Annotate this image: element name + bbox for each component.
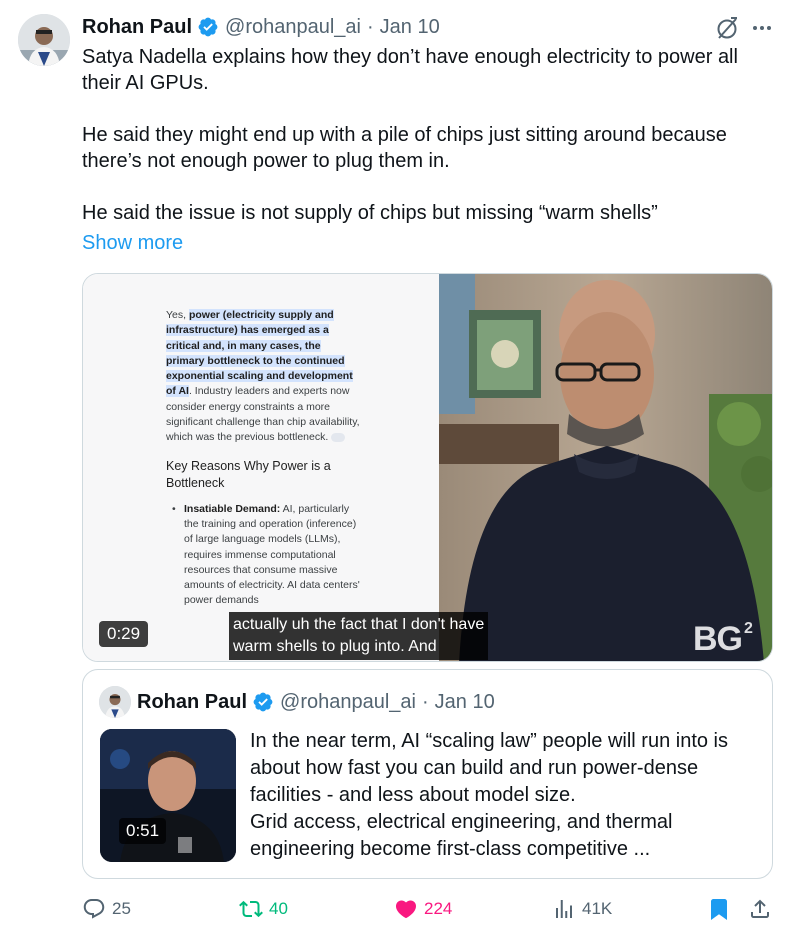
tweet-header: Rohan Paul @rohanpaul_ai · Jan 10 (82, 14, 440, 40)
video-document-pane: Yes, power (electricity supply and infra… (83, 274, 439, 661)
reply-button[interactable]: 25 (82, 892, 131, 926)
retweet-icon (239, 900, 263, 918)
quoted-author-name[interactable]: Rohan Paul (137, 691, 247, 714)
channel-watermark: BG 2 (693, 620, 753, 659)
views-button[interactable]: 41K (552, 892, 612, 926)
quoted-header-separator: · (421, 690, 429, 713)
share-button[interactable] (748, 892, 778, 926)
quoted-video-duration: 0:51 (119, 818, 167, 844)
watermark-superscript: 2 (744, 620, 753, 637)
views-count: 41K (582, 899, 613, 918)
link-chip-icon (331, 433, 346, 443)
video-duration: 0:29 (99, 621, 149, 647)
quoted-tweet-text: In the near term, AI “scaling law” peopl… (250, 728, 760, 863)
document-bullet: Insatiable Demand: AI, particularly the … (166, 502, 362, 609)
quoted-tweet-header: Rohan Paul @rohanpaul_ai · Jan 10 (137, 688, 495, 716)
views-icon (556, 900, 572, 918)
reply-icon (83, 899, 105, 919)
quoted-author-avatar[interactable] (99, 686, 131, 718)
bookmark-button[interactable] (707, 892, 737, 926)
quoted-text-2: Grid access, electrical engineering, and… (250, 811, 673, 860)
subtitle-line-1: actually uh the fact that I don't have (233, 616, 485, 633)
like-icon (395, 900, 417, 919)
reply-count: 25 (112, 899, 131, 918)
tweet-actions: 25 40 224 41K (82, 892, 774, 926)
show-more-link[interactable]: Show more (82, 230, 183, 256)
watermark-text: BG (693, 620, 743, 658)
retweet-button[interactable]: 40 (239, 892, 288, 926)
subtitle-line-2: warm shells to plug into. And (233, 638, 437, 655)
verified-badge-icon (253, 692, 273, 712)
document-bullet-title: Insatiable Demand: (184, 502, 281, 515)
like-button[interactable]: 224 (394, 892, 452, 926)
grok-icon[interactable] (713, 14, 741, 42)
author-name[interactable]: Rohan Paul (82, 16, 192, 39)
author-avatar[interactable] (18, 14, 70, 66)
tweet-video[interactable]: Yes, power (electricity supply and infra… (82, 273, 773, 662)
document-intro: Yes, power (electricity supply and infra… (166, 308, 362, 446)
like-count: 224 (424, 899, 453, 918)
tweet-text: Satya Nadella explains how they don’t ha… (82, 44, 772, 226)
verified-badge-icon (198, 17, 218, 37)
speaker-image (439, 274, 772, 661)
quoted-author-handle[interactable]: @rohanpaul_ai (280, 691, 416, 714)
bookmark-icon (711, 899, 727, 920)
quoted-video-thumbnail[interactable]: 0:51 (100, 729, 236, 862)
more-icon[interactable] (750, 14, 774, 42)
video-subtitles: actually uh the fact that I don't have w… (229, 612, 489, 660)
document-heading: Key Reasons Why Power is a Bottleneck (166, 458, 331, 490)
quoted-tweet[interactable]: Rohan Paul @rohanpaul_ai · Jan 10 0:51 I… (82, 669, 773, 879)
quoted-text-1: In the near term, AI “scaling law” peopl… (250, 730, 728, 806)
author-handle[interactable]: @rohanpaul_ai (225, 16, 361, 39)
document-intro-text: Yes, (166, 309, 189, 321)
tweet-date[interactable]: Jan 10 (380, 16, 440, 39)
document-excerpt: Yes, power (electricity supply and infra… (166, 308, 362, 609)
tweet-paragraph-2: He said they might end up with a pile of… (82, 124, 727, 172)
tweet-paragraph-1: Satya Nadella explains how they don’t ha… (82, 46, 738, 94)
quoted-tweet-date[interactable]: Jan 10 (435, 691, 495, 714)
tweet-paragraph-3: He said the issue is not supply of chips… (82, 202, 658, 224)
retweet-count: 40 (269, 899, 288, 918)
share-icon (751, 899, 769, 918)
video-speaker-frame (439, 274, 772, 661)
header-separator: · (366, 15, 374, 38)
document-bullet-text: AI, particularly the training and operat… (184, 502, 360, 607)
